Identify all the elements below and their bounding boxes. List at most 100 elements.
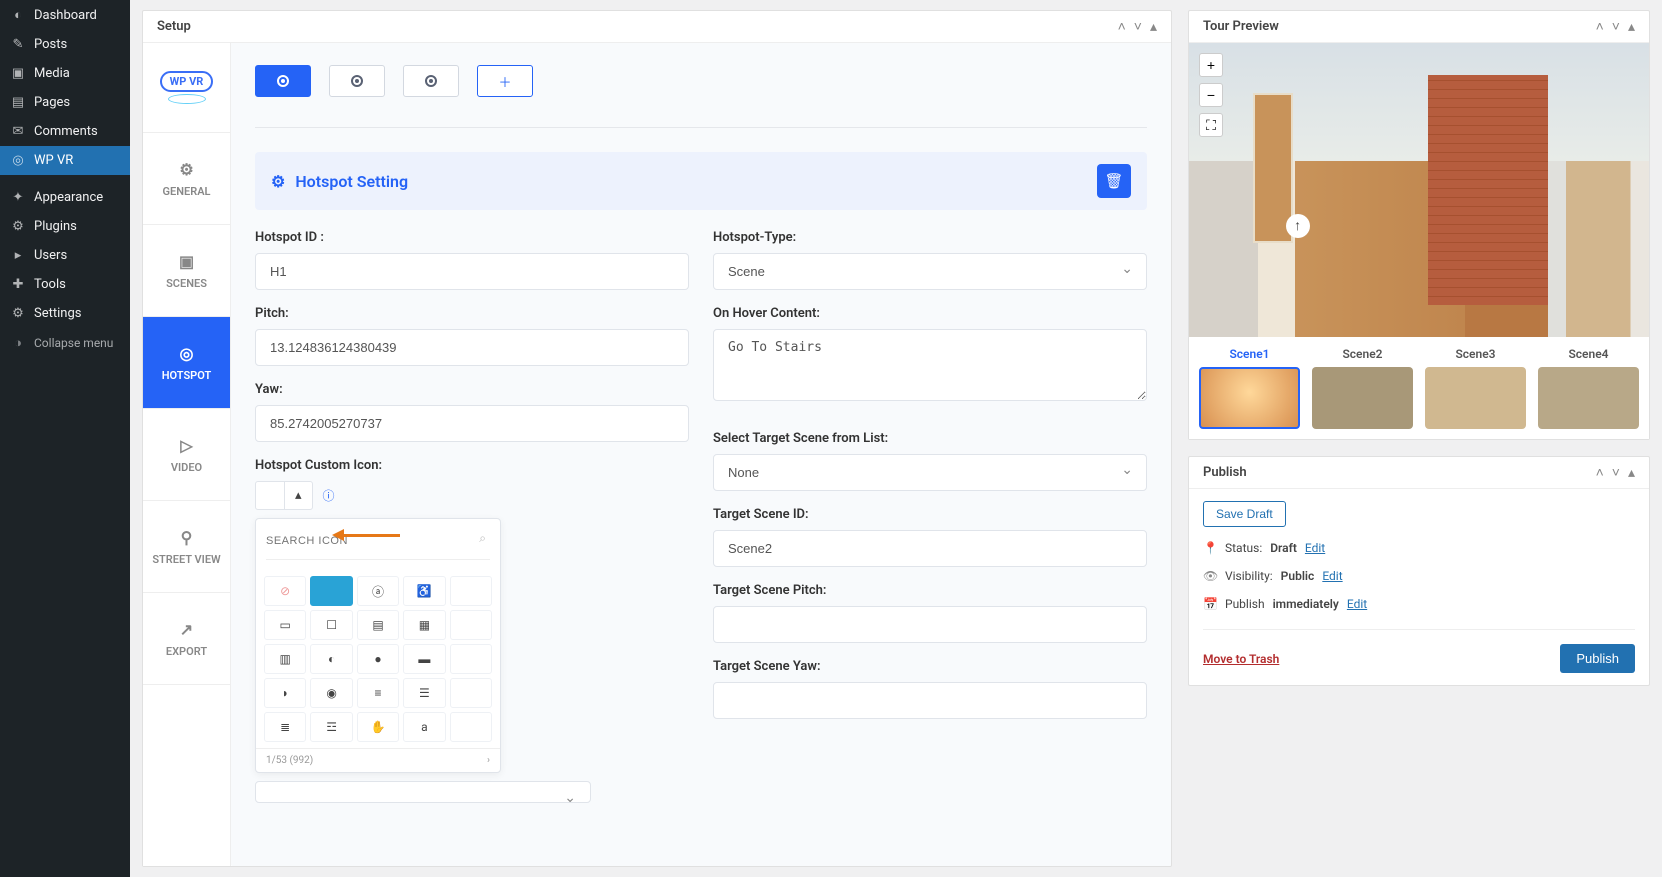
icon-align-c[interactable]: ≡	[357, 678, 399, 708]
wp-menu-media[interactable]: ▣Media	[0, 59, 130, 88]
publish-title: Publish	[1203, 465, 1247, 480]
icon-camera[interactable]: ◉	[310, 678, 352, 708]
info-icon[interactable]: ⓘ	[323, 487, 335, 504]
setup-content: ＋ ⚙ Hotspot Setting 🗑 Hotspot ID :	[231, 43, 1171, 866]
icon-label[interactable]: ▬	[403, 644, 445, 674]
wp-menu-wp-vr[interactable]: ◎WP VR	[0, 146, 130, 175]
fullscreen-button[interactable]: ⛶	[1199, 113, 1223, 137]
icon-none[interactable]: ⊘	[264, 576, 306, 606]
icon-grid1[interactable]: ▥	[264, 644, 306, 674]
icon-blank2[interactable]	[450, 610, 492, 640]
icon-contact[interactable]: ▦	[403, 610, 445, 640]
delete-hotspot-button[interactable]: 🗑	[1097, 164, 1131, 198]
wp-menu-settings[interactable]: ⚙Settings	[0, 299, 130, 328]
icon-align-l[interactable]: ≣	[264, 712, 306, 742]
icon-card[interactable]: ▭	[264, 610, 306, 640]
wp-menu-appearance[interactable]: ✦Appearance	[0, 183, 130, 212]
custom-icon-label: Hotspot Custom Icon:	[255, 458, 689, 473]
wp-menu-plugins[interactable]: ⚙Plugins	[0, 212, 130, 241]
icon-blank4[interactable]	[450, 678, 492, 708]
publish-button[interactable]: Publish	[1560, 644, 1635, 673]
move-to-trash-link[interactable]: Move to Trash	[1203, 652, 1279, 666]
wp-menu-comments[interactable]: ✉Comments	[0, 117, 130, 146]
visibility-label: Visibility:	[1225, 569, 1273, 583]
tour-preview-viewport[interactable]: + − ⛶ ↑	[1189, 43, 1649, 337]
tab-video[interactable]: ▷ VIDEO	[143, 409, 230, 501]
on-hover-input[interactable]: Go To Stairs	[713, 329, 1147, 401]
icon-blank-selected[interactable]	[310, 576, 352, 606]
icon-align-j[interactable]: ☰	[403, 678, 445, 708]
scene-thumb-scene2[interactable]: Scene2	[1312, 347, 1413, 429]
hotspot-instance-tabs: ＋	[255, 65, 1147, 128]
icon-blank3[interactable]	[450, 644, 492, 674]
panel-up-icon[interactable]: ˄	[1118, 20, 1126, 34]
schedule-value: immediately	[1273, 597, 1339, 611]
scene-thumb-scene3[interactable]: Scene3	[1425, 347, 1526, 429]
scene-hotspot-marker[interactable]: ↑	[1286, 214, 1310, 238]
chevron-right-icon[interactable]: ›	[487, 755, 490, 766]
panel-toggle-icon[interactable]: ▴	[1628, 20, 1635, 34]
hotspot-tab-3[interactable]	[403, 65, 459, 97]
hotspot-setting-header: ⚙ Hotspot Setting 🗑	[255, 152, 1147, 210]
hotspot-type-select[interactable]: Scene	[713, 253, 1147, 290]
zoom-in-button[interactable]: +	[1199, 53, 1223, 77]
schedule-edit-link[interactable]: Edit	[1347, 597, 1367, 611]
tab-general[interactable]: ⚙ GENERAL	[143, 133, 230, 225]
panel-down-icon[interactable]: ˅	[1612, 20, 1620, 34]
icon-circle[interactable]: ●	[357, 644, 399, 674]
panel-down-icon[interactable]: ˅	[1612, 466, 1620, 480]
tab-hotspot[interactable]: ◎ HOTSPOT	[143, 317, 230, 409]
wp-menu-collapse-menu[interactable]: ◑Collapse menu	[0, 328, 130, 358]
select-target-select[interactable]: None	[713, 454, 1147, 491]
menu-icon: ✉	[10, 124, 26, 139]
chevron-up-icon[interactable]: ▴	[284, 482, 312, 509]
icon-id[interactable]: ▤	[357, 610, 399, 640]
icon-adjust[interactable]: ◐	[310, 644, 352, 674]
hotspot-id-input[interactable]	[255, 253, 689, 290]
visibility-edit-link[interactable]: Edit	[1322, 569, 1342, 583]
setup-title: Setup	[157, 19, 191, 34]
hotspot-tab-2[interactable]	[329, 65, 385, 97]
wp-menu-pages[interactable]: ▤Pages	[0, 88, 130, 117]
icon-blank5[interactable]	[450, 712, 492, 742]
icon-hand[interactable]: ✋	[357, 712, 399, 742]
tab-scenes[interactable]: ▣ SCENES	[143, 225, 230, 317]
publish-panel: Publish ˄ ˅ ▴ Save Draft 📍 Status: Draft…	[1188, 456, 1650, 686]
menu-icon: ◐	[10, 7, 26, 23]
panel-up-icon[interactable]: ˄	[1596, 20, 1604, 34]
icon-accessible[interactable]: ♿	[403, 576, 445, 606]
wp-menu-posts[interactable]: ✎Posts	[0, 30, 130, 59]
tab-export[interactable]: ↗ EXPORT	[143, 593, 230, 685]
icon-picker-toggle[interactable]: ▴	[255, 481, 313, 510]
save-draft-button[interactable]: Save Draft	[1203, 501, 1286, 527]
icon-class-select[interactable]	[255, 781, 591, 803]
target-pitch-input[interactable]	[713, 606, 1147, 643]
wp-menu-tools[interactable]: ✚Tools	[0, 270, 130, 299]
yaw-input[interactable]	[255, 405, 689, 442]
tab-street-view[interactable]: ⚲ STREET VIEW	[143, 501, 230, 593]
icon-user[interactable]: ☐	[310, 610, 352, 640]
target-id-input[interactable]	[713, 530, 1147, 567]
hotspot-add-button[interactable]: ＋	[477, 65, 533, 97]
status-edit-link[interactable]: Edit	[1305, 541, 1325, 555]
wp-menu-dashboard[interactable]: ◐Dashboard	[0, 0, 130, 30]
panel-toggle-icon[interactable]: ▴	[1628, 466, 1635, 480]
wp-menu-users[interactable]: ▸Users	[0, 241, 130, 270]
scene-thumb-scene1[interactable]: Scene1	[1199, 347, 1300, 429]
icon-blank[interactable]	[450, 576, 492, 606]
panel-toggle-icon[interactable]: ▴	[1150, 20, 1157, 34]
icon-align-r[interactable]: ☲	[310, 712, 352, 742]
zoom-out-button[interactable]: −	[1199, 83, 1223, 107]
scene-thumb-scene4[interactable]: Scene4	[1538, 347, 1639, 429]
panel-down-icon[interactable]: ˅	[1134, 20, 1142, 34]
hotspot-tab-1[interactable]	[255, 65, 311, 97]
target-yaw-input[interactable]	[713, 682, 1147, 719]
eye-icon: 👁	[1203, 569, 1217, 583]
pitch-input[interactable]	[255, 329, 689, 366]
icon-ad[interactable]: ⓐ	[357, 576, 399, 606]
icon-moon[interactable]: ◗	[264, 678, 306, 708]
icon-picker-footer: 1/53 (992)	[266, 755, 313, 766]
icon-amazon[interactable]: a	[403, 712, 445, 742]
menu-icon: ▸	[10, 248, 26, 263]
panel-up-icon[interactable]: ˄	[1596, 466, 1604, 480]
